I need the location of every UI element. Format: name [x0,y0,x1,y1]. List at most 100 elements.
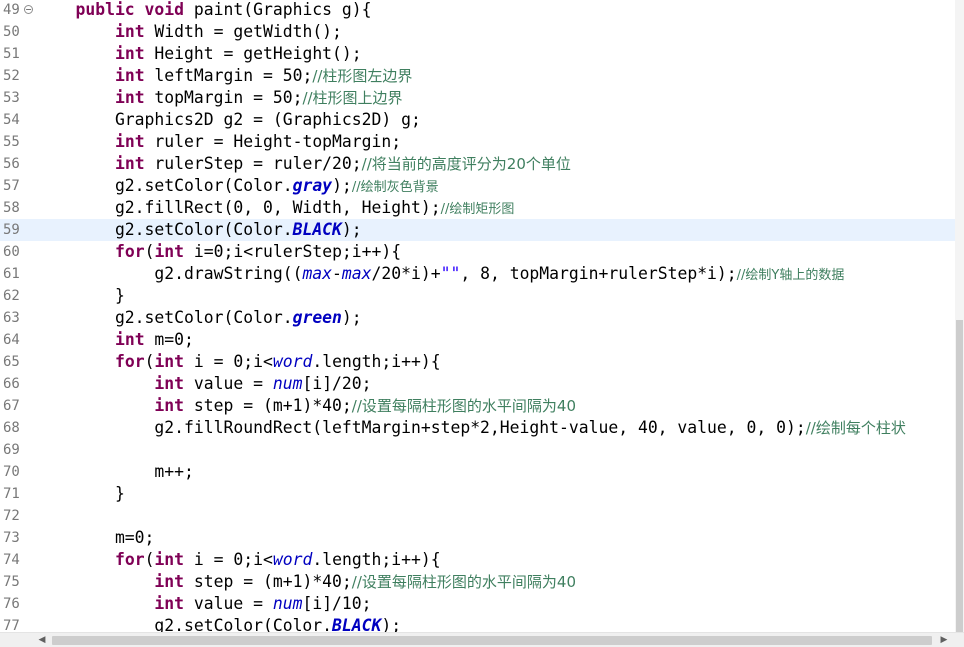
code-token: ); [381,616,402,632]
line-number: 62 [3,288,20,304]
code-text[interactable]: for(int i=0;i<rulerStep;i++){ [36,241,401,263]
code-token: paint(Graphics g){ [193,0,372,19]
code-line[interactable]: 77 g2.setColor(Color.BLACK); [0,615,955,632]
code-text[interactable]: int value = num[i]/10; [36,593,371,615]
code-text[interactable]: Graphics2D g2 = (Graphics2D) g; [36,109,421,131]
code-token: , 8, topMargin+rulerStep*i); [460,264,737,283]
code-token: value = [184,374,273,393]
code-line[interactable]: 69 [0,439,955,461]
code-text[interactable]: for(int i = 0;i<word.length;i++){ [36,351,441,373]
code-text[interactable]: int ruler = Height-topMargin; [36,131,401,153]
code-text[interactable]: int rulerStep = ruler/20;//将当前的高度评分为20个单… [36,153,571,175]
scroll-left-arrow-icon[interactable]: ◀ [34,633,50,647]
scroll-right-arrow-icon[interactable]: ▶ [936,633,952,647]
code-text[interactable]: int Height = getHeight(); [36,43,362,65]
line-number: 61 [3,266,20,282]
code-text[interactable]: int topMargin = 50;//柱形图上边界 [36,87,403,109]
code-line[interactable]: 55 int ruler = Height-topMargin; [0,131,955,153]
code-line[interactable]: 60 for(int i=0;i<rulerStep;i++){ [0,241,955,263]
horizontal-scroll-thumb[interactable] [52,636,932,645]
code-line[interactable]: 75 int step = (m+1)*40;//设置每隔柱形图的水平间隔为40 [0,571,955,593]
code-text[interactable]: g2.drawString((max-max/20*i)+"", 8, topM… [36,263,844,285]
code-line[interactable]: 49− public void paint(Graphics g){ [0,0,955,21]
horizontal-scrollbar[interactable]: ◀ ▶ [0,632,964,647]
code-text[interactable]: m=0; [36,527,154,549]
code-editor[interactable]: 49− public void paint(Graphics g){50 int… [0,0,955,632]
vertical-scrollbar[interactable] [955,0,964,632]
code-token: word [272,550,313,569]
code-text[interactable]: g2.fillRect(0, 0, Width, Height);//绘制矩形图 [36,197,514,219]
code-text[interactable]: } [36,285,125,307]
code-line[interactable]: 67 int step = (m+1)*40;//设置每隔柱形图的水平间隔为40 [0,395,955,417]
code-line[interactable]: 58 g2.fillRect(0, 0, Width, Height);//绘制… [0,197,955,219]
code-token: ( [144,352,155,371]
code-text[interactable]: m++; [36,461,194,483]
code-text[interactable]: int m=0; [36,329,194,351]
code-line[interactable]: 68 g2.fillRoundRect(leftMargin+step*2,He… [0,417,955,439]
line-number: 57 [3,178,20,194]
code-line[interactable]: 52 int leftMargin = 50;//柱形图左边界 [0,65,955,87]
code-line[interactable]: 64 int m=0; [0,329,955,351]
code-line[interactable]: 54 Graphics2D g2 = (Graphics2D) g; [0,109,955,131]
code-text[interactable]: g2.setColor(Color.gray);//绘制灰色背景 [36,175,439,197]
line-number: 68 [3,420,20,436]
keyword-token: for [114,550,145,569]
comment-token: //绘制Y轴上的数据 [736,268,845,283]
code-line[interactable]: 73 m=0; [0,527,955,549]
line-number: 53 [3,90,20,106]
line-number: 52 [3,68,20,84]
code-line[interactable]: 65 for(int i = 0;i<word.length;i++){ [0,351,955,373]
code-token: ); [341,220,362,239]
code-line[interactable]: 63 g2.setColor(Color.green); [0,307,955,329]
code-line[interactable]: 76 int value = num[i]/10; [0,593,955,615]
code-token: } [36,484,125,503]
code-token: } [36,286,125,305]
code-line[interactable]: 61 g2.drawString((max-max/20*i)+"", 8, t… [0,263,955,285]
code-text[interactable]: int leftMargin = 50;//柱形图左边界 [36,65,412,87]
collapse-fold-icon[interactable]: − [24,5,33,14]
code-text[interactable]: } [36,483,125,505]
code-text[interactable]: g2.setColor(Color.BLACK); [36,615,401,632]
comment-token: //设置每隔柱形图的水平间隔为40 [351,573,576,591]
code-text[interactable]: public void paint(Graphics g){ [36,0,372,21]
code-line[interactable]: 71 } [0,483,955,505]
code-text[interactable]: int step = (m+1)*40;//设置每隔柱形图的水平间隔为40 [36,395,576,417]
code-line[interactable]: 51 int Height = getHeight(); [0,43,955,65]
code-line[interactable]: 66 int value = num[i]/20; [0,373,955,395]
code-token: g2.setColor(Color. [36,176,293,195]
keyword-token: for [114,352,145,371]
code-line[interactable]: 57 g2.setColor(Color.gray);//绘制灰色背景 [0,175,955,197]
code-text[interactable]: int step = (m+1)*40;//设置每隔柱形图的水平间隔为40 [36,571,576,593]
code-token: i = 0;i< [184,352,273,371]
code-token: green [292,308,342,327]
code-token: ( [144,242,155,261]
keyword-token: int [154,594,185,613]
code-text[interactable]: g2.fillRoundRect(leftMargin+step*2,Heigh… [36,417,905,439]
code-text[interactable]: int value = num[i]/20; [36,373,371,395]
code-line[interactable]: 53 int topMargin = 50;//柱形图上边界 [0,87,955,109]
code-line[interactable]: 70 m++; [0,461,955,483]
code-text[interactable]: int Width = getWidth(); [36,21,342,43]
code-line[interactable]: 50 int Width = getWidth(); [0,21,955,43]
code-line[interactable]: 74 for(int i = 0;i<word.length;i++){ [0,549,955,571]
line-number: 74 [3,552,20,568]
line-number: 73 [3,530,20,546]
code-line[interactable]: 72 [0,505,955,527]
code-token: m++; [36,462,194,481]
code-text[interactable]: g2.setColor(Color.green); [36,307,362,329]
code-token: gray [292,176,333,195]
code-text[interactable]: for(int i = 0;i<word.length;i++){ [36,549,441,571]
code-line[interactable]: 62 } [0,285,955,307]
vertical-scroll-thumb[interactable] [956,320,963,632]
code-text[interactable]: g2.setColor(Color.BLACK); [36,219,362,241]
code-line[interactable]: 56 int rulerStep = ruler/20;//将当前的高度评分为2… [0,153,955,175]
code-line[interactable]: 59 g2.setColor(Color.BLACK); [0,219,955,241]
comment-token: //绘制灰色背景 [351,180,439,195]
